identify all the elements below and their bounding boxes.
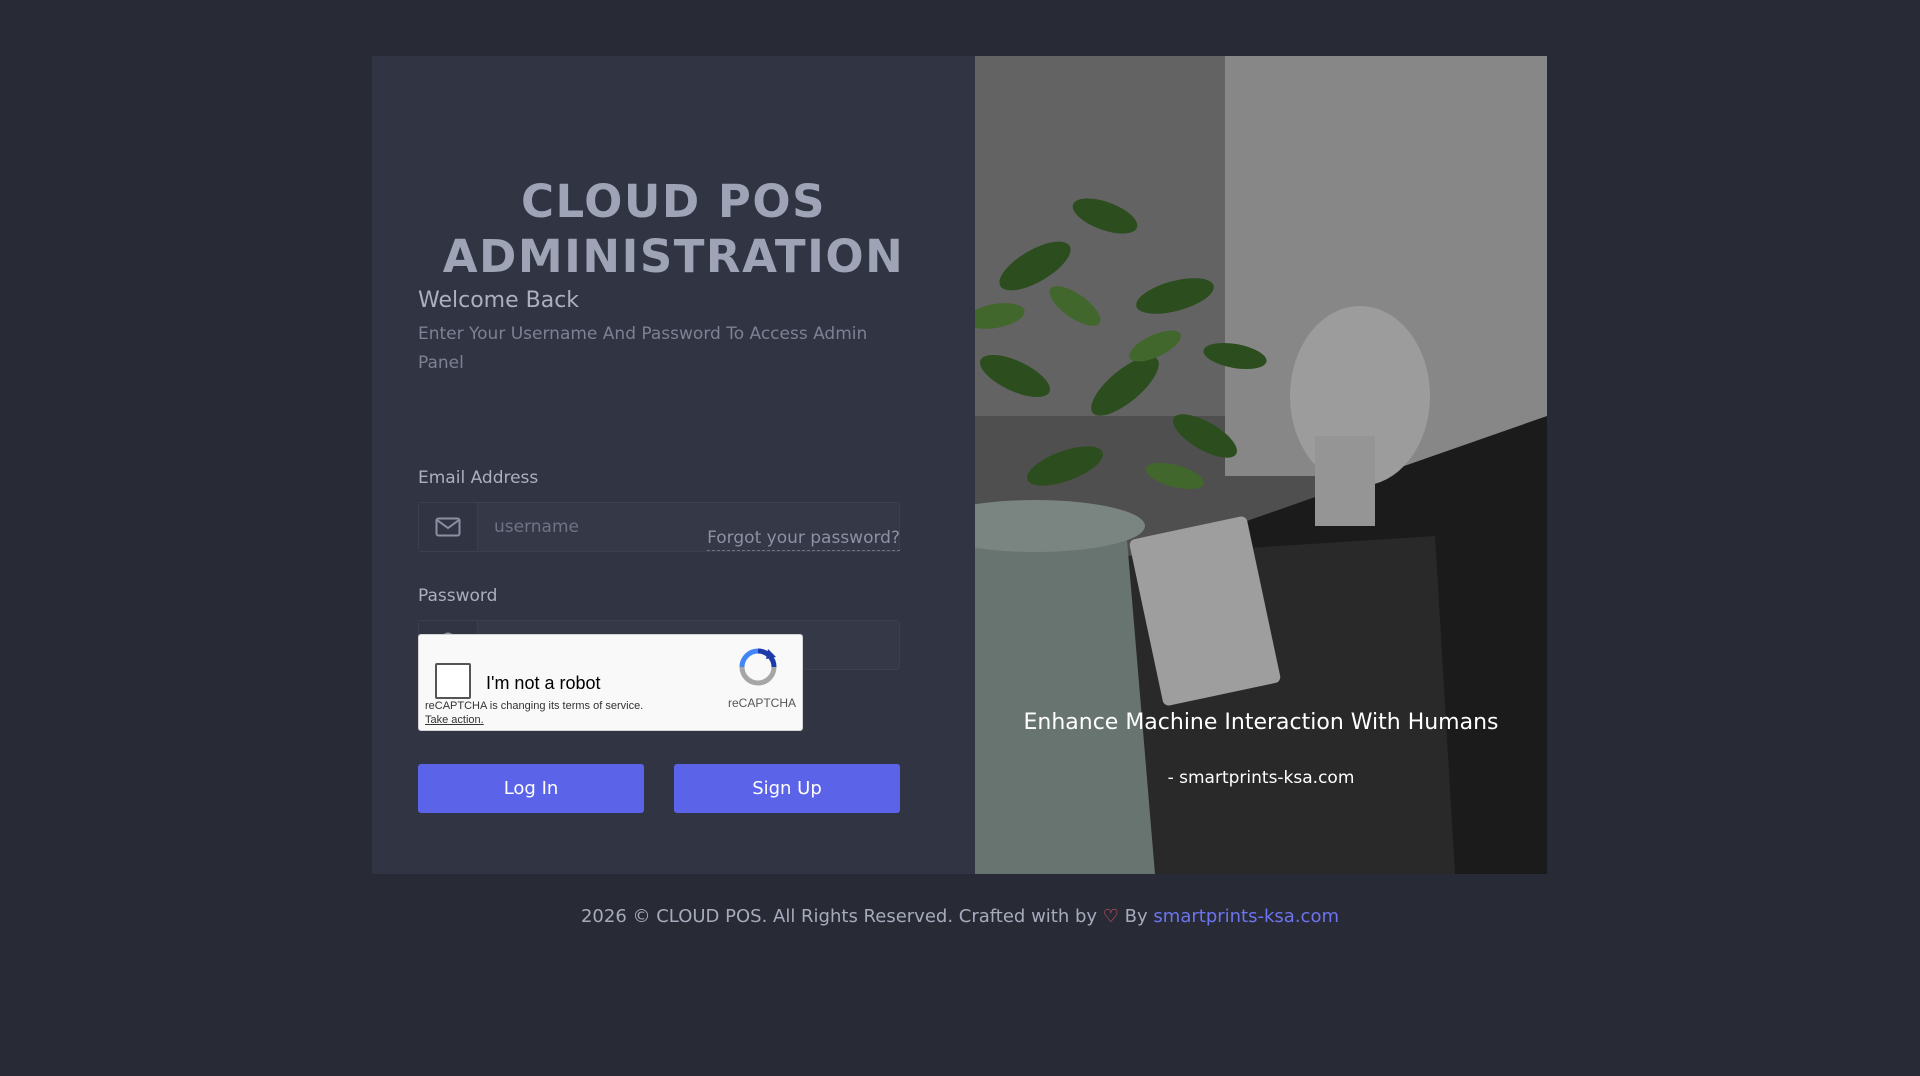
email-label: Email Address (418, 468, 539, 488)
hero-author: - smartprints-ksa.com (1167, 768, 1355, 788)
welcome-title: Welcome Back (418, 288, 580, 313)
hero-quote: Enhance Machine Interaction With Humans (1023, 710, 1499, 735)
hero-image: Enhance Machine Interaction With Humans … (975, 56, 1547, 874)
recaptcha-take-action-link[interactable]: Take action. (425, 714, 484, 726)
recaptcha-terms-text: reCAPTCHA is changing its terms of servi… (425, 700, 644, 712)
recaptcha-logo: reCAPTCHA (728, 647, 797, 710)
heart-icon: ♡ (1102, 906, 1119, 927)
recaptcha-brand: reCAPTCHA (728, 696, 797, 710)
footer: 2026 © CLOUD POS. All Rights Reserved. C… (0, 906, 1920, 927)
welcome-block: Welcome Back Enter Your Username And Pas… (418, 286, 898, 378)
envelope-icon (419, 503, 478, 551)
brand-title: CLOUD POS ADMINISTRATION (372, 174, 975, 284)
brand-line-1: CLOUD POS (520, 175, 827, 228)
recaptcha-terms: reCAPTCHA is changing its terms of servi… (425, 699, 643, 727)
welcome-subtitle: Enter Your Username And Password To Acce… (418, 324, 868, 373)
footer-by: By (1124, 906, 1148, 927)
forgot-password-link[interactable]: Forgot your password? (707, 528, 900, 551)
brand-line-2: ADMINISTRATION (442, 230, 905, 283)
plant-photo (975, 56, 1547, 874)
password-label: Password (418, 586, 498, 606)
footer-text: 2026 © CLOUD POS. All Rights Reserved. C… (580, 906, 1098, 927)
recaptcha-label: I'm not a robot (486, 673, 601, 693)
login-button[interactable]: Log In (418, 764, 644, 813)
recaptcha-widget: I'm not a robot reCAPTCHA is changing it… (418, 634, 803, 731)
footer-link[interactable]: smartprints-ksa.com (1153, 906, 1339, 927)
recaptcha-checkbox[interactable] (435, 663, 471, 699)
recaptcha-logo-icon (739, 648, 777, 686)
signup-button[interactable]: Sign Up (674, 764, 900, 813)
login-card: CLOUD POS ADMINISTRATION Welcome Back En… (372, 56, 1547, 874)
login-panel: CLOUD POS ADMINISTRATION Welcome Back En… (372, 56, 975, 874)
